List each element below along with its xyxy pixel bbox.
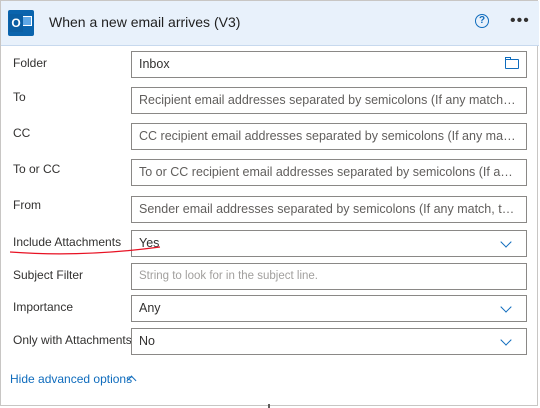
to-field[interactable]: Recipient email addresses separated by s… [131,87,527,114]
subject-filter-field[interactable]: String to look for in the subject line. [131,263,527,290]
outlook-letter: O [9,14,23,32]
subject-filter-label: Subject Filter [13,268,84,282]
folder-picker-icon[interactable] [505,57,519,69]
only-with-attachments-value: No [139,334,155,348]
only-with-attachments-dropdown[interactable]: No [131,328,527,355]
chevron-down-icon [500,236,512,248]
to-or-cc-field[interactable]: To or CC recipient email addresses separ… [131,159,527,186]
chevron-down-icon [500,301,512,313]
trigger-title: When a new email arrives (V3) [49,14,241,30]
to-label: To [13,90,26,104]
from-field[interactable]: Sender email addresses separated by semi… [131,196,527,223]
importance-dropdown[interactable]: Any [131,295,527,322]
to-or-cc-label: To or CC [13,162,61,176]
cc-field[interactable]: CC recipient email addresses separated b… [131,123,527,150]
importance-label: Importance [13,300,74,314]
folder-label: Folder [13,56,48,70]
annotation-underline [10,246,161,255]
card-header[interactable]: O When a new email arrives (V3) ? ••• [1,1,539,46]
outlook-icon: O [8,10,34,36]
include-attachments-dropdown[interactable]: Yes [131,230,527,257]
chevron-down-icon [500,334,512,346]
connector-line [268,404,270,408]
hide-advanced-options-link[interactable]: Hide advanced options [10,372,132,386]
from-label: From [13,198,41,212]
cc-label: CC [13,126,31,140]
more-options-icon[interactable]: ••• [510,12,530,30]
folder-field[interactable]: Inbox [131,51,527,78]
importance-value: Any [139,301,161,315]
help-icon[interactable]: ? [475,14,489,28]
only-with-attachments-label: Only with Attachments [13,333,132,347]
